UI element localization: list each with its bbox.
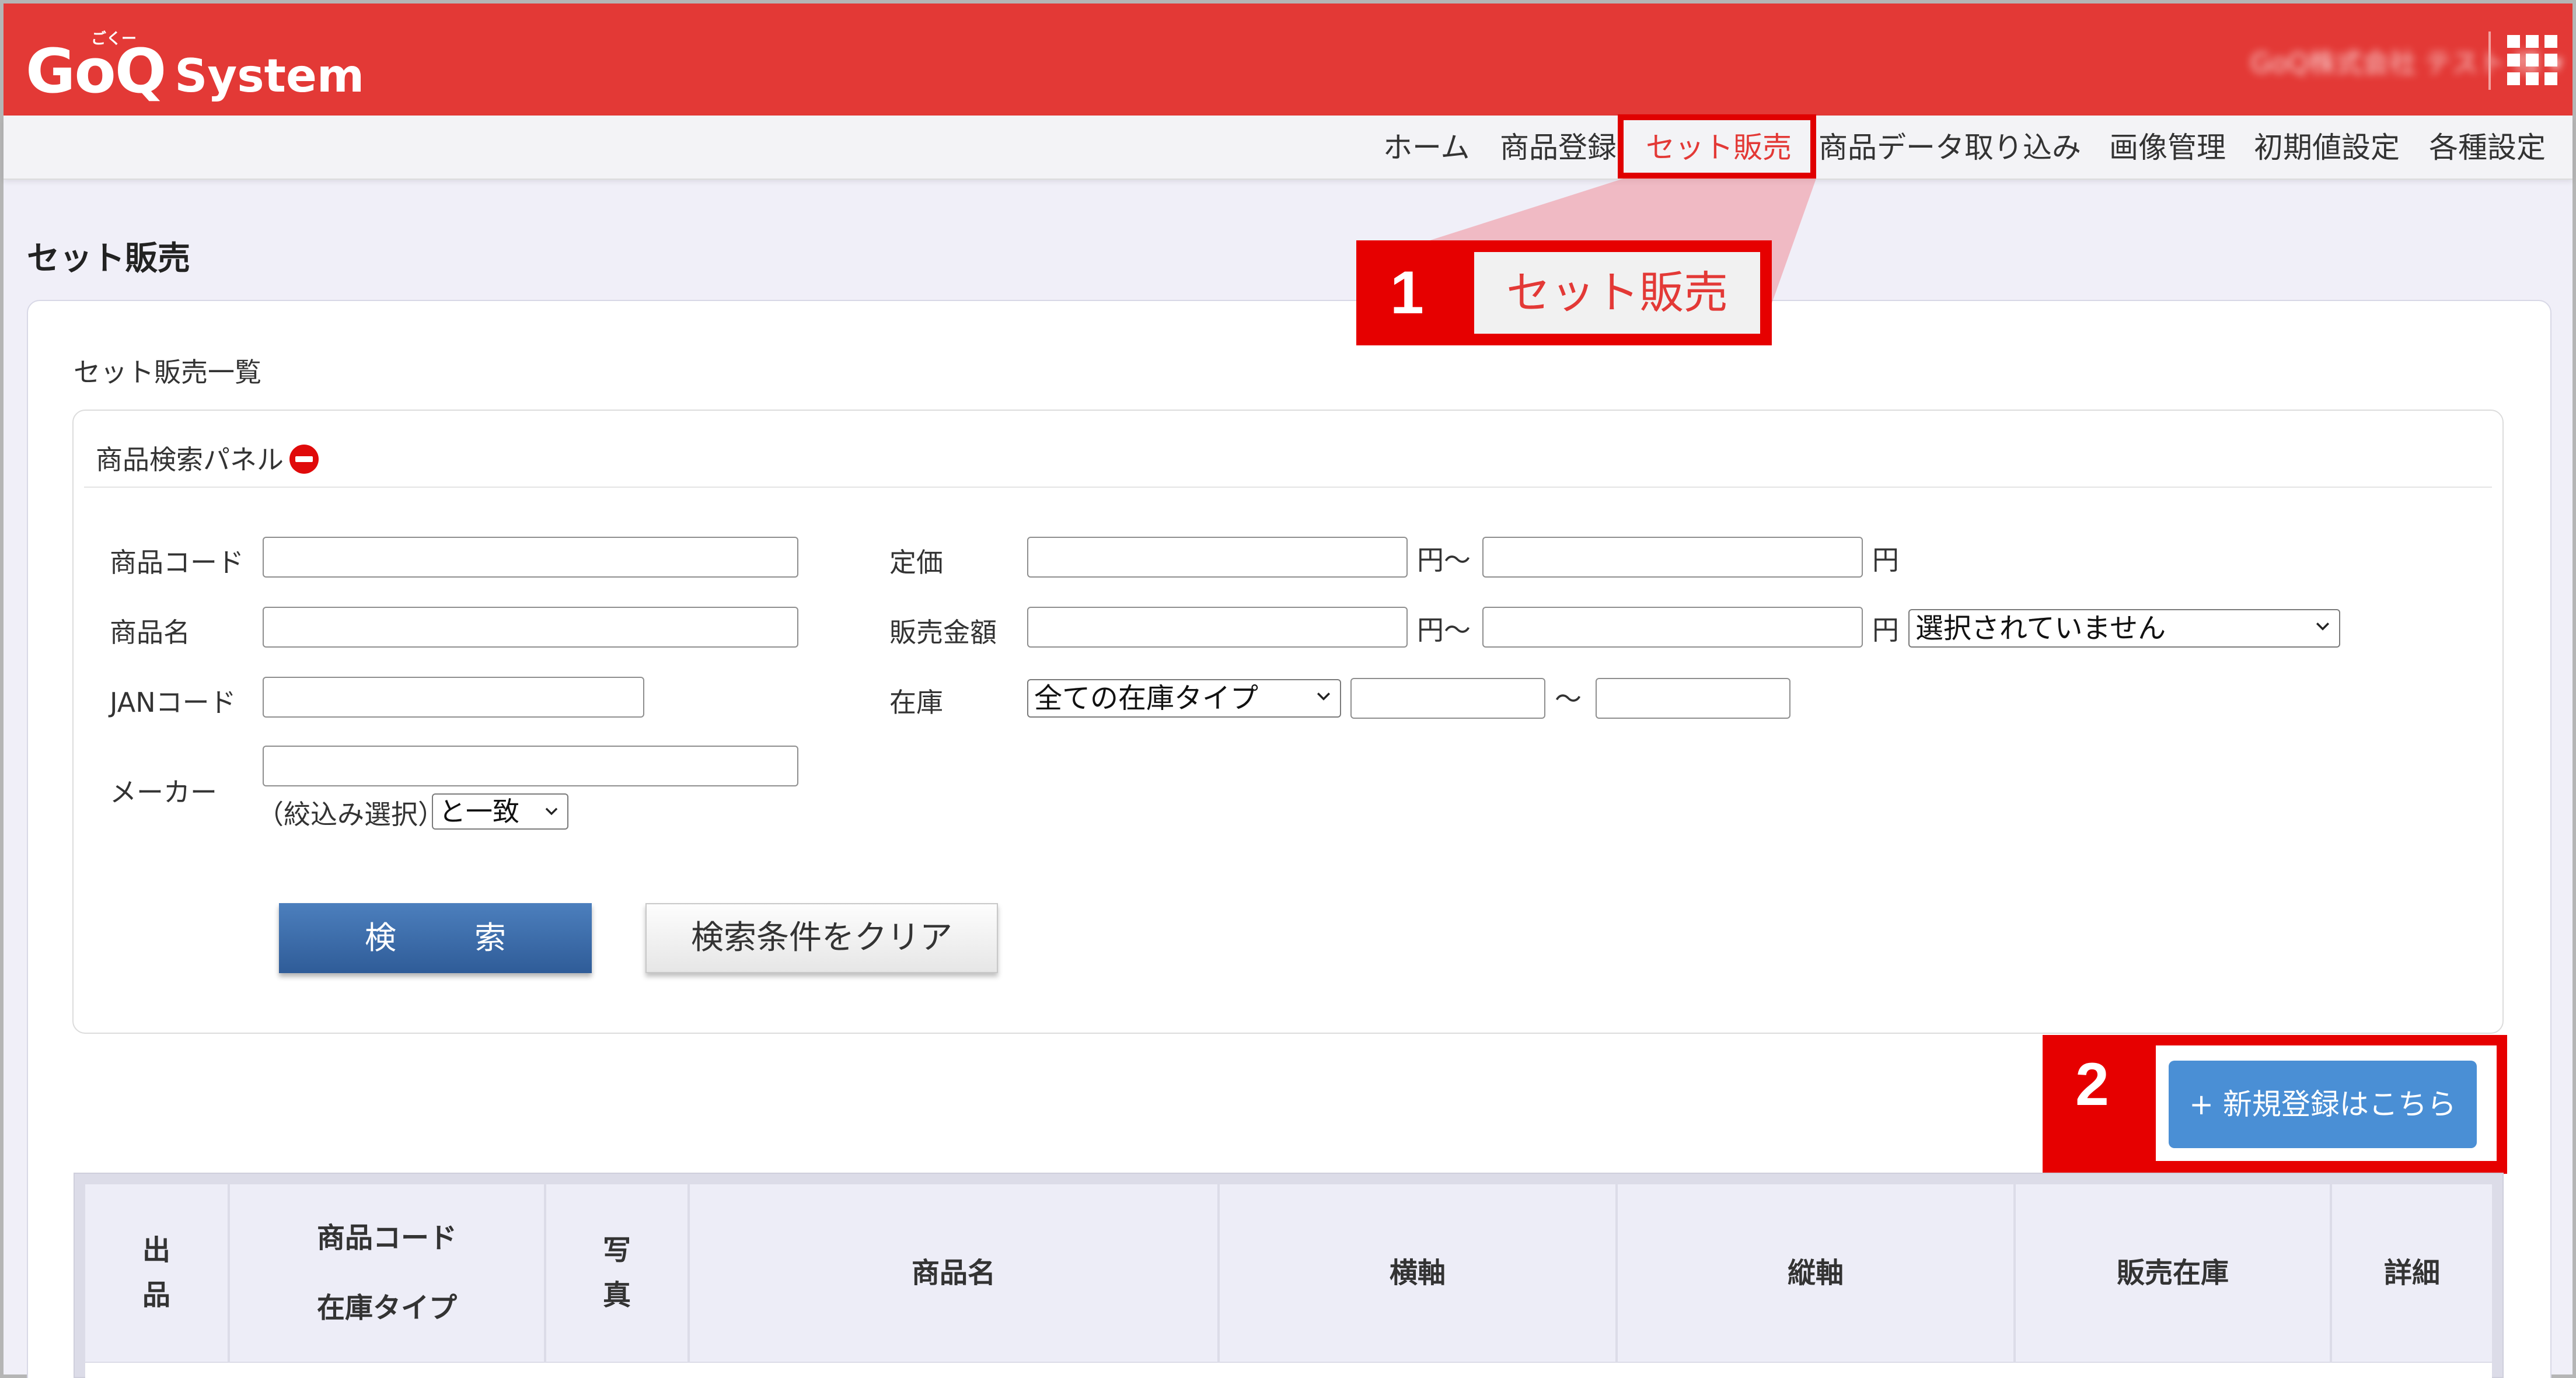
step1-callout: 1 セット販売 bbox=[1356, 240, 1772, 345]
step1-number: 1 bbox=[1390, 259, 1424, 327]
callout-pointer bbox=[1430, 179, 1816, 303]
step1-label: セット販売 bbox=[1474, 252, 1760, 334]
